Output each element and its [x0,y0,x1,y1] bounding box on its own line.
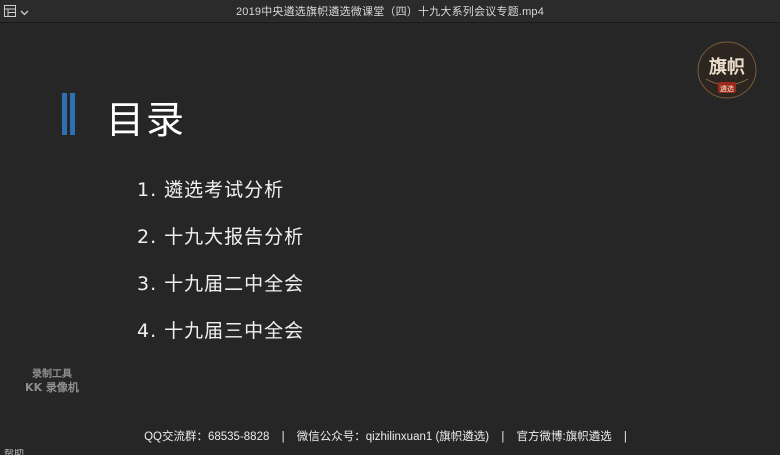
logo-badge-text: 遴选 [720,84,734,93]
footer-separator: | [501,431,505,443]
playlist-menu-icon [4,2,16,21]
table-of-contents: 1. 遴选考试分析 2. 十九大报告分析 3. 十九届二中全会 4. 十九届三中… [137,175,304,363]
accent-bar [62,93,67,135]
recorder-watermark: 录制工具 KK 录像机 [16,368,88,394]
watermark-line2: KK 录像机 [25,381,79,394]
logo-text: 旗帜 [709,56,745,78]
footer-qq: QQ交流群：68535-8828 [144,431,270,443]
partial-label: 帮助 [4,449,24,455]
footer-weibo: 官方微博:旗帜遴选 [516,431,612,443]
player-window: 2019中央遴选旗帜遴选微课堂（四）十九大系列会议专题.mp4 目录 1. 遴选… [0,0,780,455]
watermark-line1: 录制工具 [32,369,72,380]
video-frame[interactable]: 目录 1. 遴选考试分析 2. 十九大报告分析 3. 十九届二中全会 4. 十九… [0,23,780,455]
title-bar[interactable]: 2019中央遴选旗帜遴选微课堂（四）十九大系列会议专题.mp4 [0,0,780,23]
accent-bar [70,93,75,135]
toc-item: 4. 十九届三中全会 [137,320,305,342]
footer-separator: | [623,431,627,443]
footer-separator: | [281,431,285,443]
playlist-menu-button[interactable] [4,3,29,19]
chevron-down-icon [20,2,29,21]
toc-item: 3. 十九届二中全会 [137,273,305,295]
slide-footer: QQ交流群：68535-8828 | 微信公众号：qizhilinxuan1 (… [0,428,780,444]
heading-accent-bars [62,93,78,135]
brand-logo: 旗帜 遴选 [696,39,758,101]
toc-item: 2. 十九大报告分析 [137,226,305,248]
slide-heading: 目录 [106,98,187,142]
window-title: 2019中央遴选旗帜遴选微课堂（四）十九大系列会议专题.mp4 [235,6,545,18]
toc-item: 1. 遴选考试分析 [137,179,285,201]
footer-wechat: 微信公众号：qizhilinxuan1 (旗帜遴选) [296,431,490,443]
